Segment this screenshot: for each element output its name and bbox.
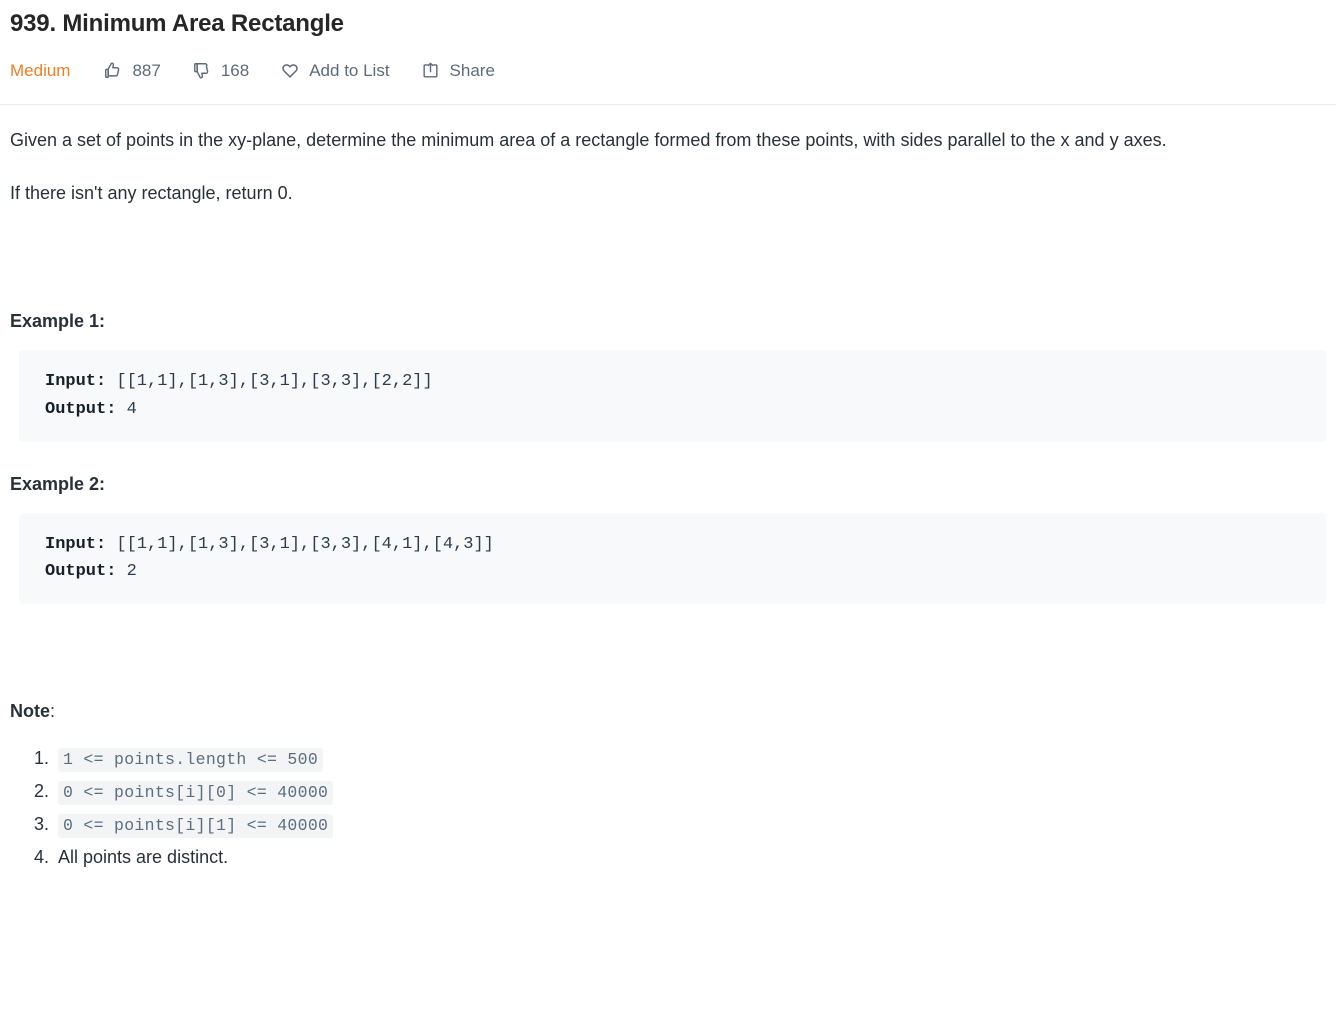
share-label: Share <box>449 60 495 80</box>
note-constraint-2: 0 <= points[i][0] <= 40000 <box>58 781 334 806</box>
like-count: 887 <box>132 60 161 80</box>
example-1-input-value: [[1,1],[1,3],[3,1],[3,3],[2,2]] <box>106 372 433 392</box>
add-to-list-label: Add to List <box>309 60 390 80</box>
example-1-input-label: Input: <box>45 372 107 392</box>
note-heading-label: Note <box>10 700 50 721</box>
problem-page: 939. Minimum Area Rectangle Medium 887 1… <box>0 0 1336 872</box>
example-2-input-label: Input: <box>45 534 107 554</box>
description-paragraph-2: If there isn't any rectangle, return 0. <box>10 183 293 204</box>
dislike-button[interactable]: 168 <box>191 60 249 81</box>
page-title: 939. Minimum Area Rectangle <box>10 10 344 37</box>
like-button[interactable]: 887 <box>102 60 161 81</box>
note-constraint-3: 0 <= points[i][1] <= 40000 <box>58 813 334 838</box>
example-1-output-value: 4 <box>116 400 137 420</box>
example-2-output-label: Output: <box>45 562 117 582</box>
example-1-output-label: Output: <box>45 400 117 420</box>
thumbs-up-icon <box>102 60 123 81</box>
difficulty-badge: Medium <box>10 60 71 80</box>
dislike-count: 168 <box>220 60 250 80</box>
description-paragraph-1: Given a set of points in the xy-plane, d… <box>10 130 1167 151</box>
note-constraint-1: 1 <= points.length <= 500 <box>58 748 324 773</box>
heart-icon <box>279 60 300 81</box>
list-item: 0 <= points[i][0] <= 40000 <box>54 778 1326 806</box>
share-icon <box>420 60 441 81</box>
example-2-input-value: [[1,1],[1,3],[3,1],[3,3],[4,1],[4,3]] <box>106 534 494 554</box>
note-list: 1 <= points.length <= 500 0 <= points[i]… <box>10 745 1326 872</box>
example-2-output-value: 2 <box>116 562 137 582</box>
example-2-heading: Example 2: <box>10 473 106 494</box>
list-item: 1 <= points.length <= 500 <box>54 745 1326 773</box>
example-2-code-block: Input: [[1,1],[1,3],[3,1],[3,3],[4,1],[4… <box>19 512 1326 604</box>
problem-content: Given a set of points in the xy-plane, d… <box>0 127 1336 872</box>
thumbs-down-icon <box>191 60 212 81</box>
list-item: 0 <= points[i][1] <= 40000 <box>54 811 1326 839</box>
example-1-heading: Example 1: <box>10 311 106 332</box>
example-1-code-block: Input: [[1,1],[1,3],[3,1],[3,3],[2,2]] O… <box>19 350 1326 442</box>
problem-meta-bar: Medium 887 168 Add to List Share <box>0 39 1336 87</box>
add-to-list-button[interactable]: Add to List <box>279 60 390 81</box>
note-heading-colon: : <box>50 700 56 721</box>
note-heading: Note: <box>10 604 1326 723</box>
list-item: All points are distinct. <box>54 844 1326 872</box>
header-divider <box>0 104 1336 106</box>
share-button[interactable]: Share <box>420 60 495 81</box>
